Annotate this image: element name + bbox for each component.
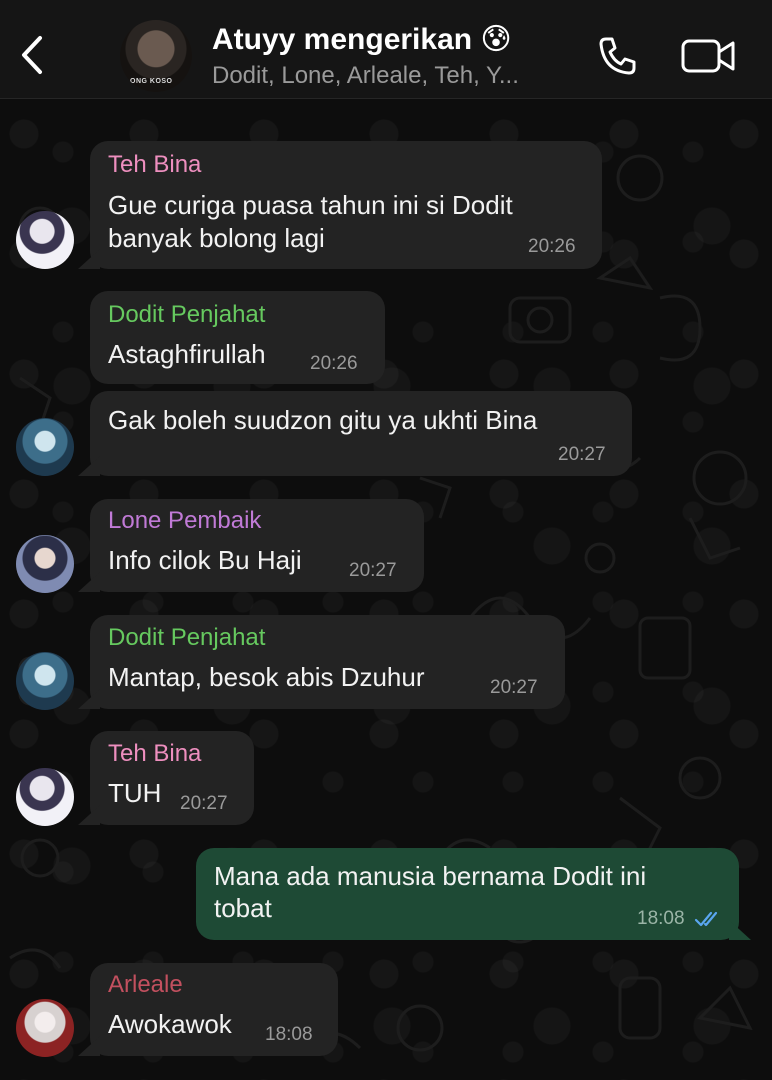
sender-name[interactable]: Teh Bina — [108, 151, 201, 179]
sender-name[interactable]: Dodit Penjahat — [108, 624, 265, 652]
message-text-line: banyak bolong lagi — [108, 223, 325, 253]
message-bubble[interactable]: Dodit Penjahat Mantap, besok abis Dzuhur… — [90, 615, 565, 709]
double-check-icon — [694, 911, 718, 927]
message-text-line: Gue curiga puasa tahun ini si Dodit — [108, 190, 513, 220]
message-bubble[interactable]: Lone Pembaik Info cilok Bu Haji 20:27 — [90, 499, 424, 592]
avatar-lone[interactable] — [16, 535, 74, 593]
phone-icon — [599, 37, 636, 75]
message-time: 18:08 — [265, 1024, 313, 1045]
group-members[interactable]: Dodit, Lone, Arleale, Teh, Y... — [212, 62, 577, 90]
group-avatar-text: ONG KOSO — [130, 78, 173, 85]
message-text-line: TUH — [108, 778, 162, 808]
message-text-line: Gak boleh suudzon gitu ya ukhti Bina — [108, 405, 538, 435]
video-camera-icon — [681, 39, 735, 73]
sender-name[interactable]: Arleale — [108, 971, 183, 999]
avatar-teh-bina[interactable] — [16, 211, 74, 269]
sender-name[interactable]: Dodit Penjahat — [108, 301, 265, 329]
voice-call-button[interactable] — [592, 32, 642, 80]
message-text-line: tobat — [214, 893, 272, 923]
message-bubble[interactable]: Dodit Penjahat Astaghfirullah 20:26 — [90, 291, 385, 384]
message-text-line: Astaghfirullah — [108, 339, 266, 369]
chat-header: ONG KOSO Atuyy mengerikan 😰 Dodit, Lone,… — [0, 0, 772, 99]
message-bubble[interactable]: Arleale Awokawok 18:08 — [90, 963, 338, 1056]
message-text-line: Awokawok — [108, 1009, 232, 1039]
avatar-teh-bina[interactable] — [16, 768, 74, 826]
avatar-arleale[interactable] — [16, 999, 74, 1057]
message-text-line: Mana ada manusia bernama Dodit ini — [214, 861, 647, 891]
chevron-left-icon — [22, 36, 42, 74]
message-time: 20:26 — [528, 236, 576, 257]
back-button[interactable] — [12, 30, 52, 80]
group-title[interactable]: Atuyy mengerikan 😰 — [212, 22, 512, 57]
message-time: 20:27 — [490, 677, 538, 698]
chat-screen: ONG KOSO Atuyy mengerikan 😰 Dodit, Lone,… — [0, 0, 772, 1080]
message-time: 20:27 — [180, 793, 228, 814]
message-time: 20:27 — [349, 560, 397, 581]
sender-name[interactable]: Lone Pembaik — [108, 507, 261, 535]
avatar-dodit[interactable] — [16, 418, 74, 476]
sender-name[interactable]: Teh Bina — [108, 740, 201, 768]
avatar-dodit[interactable] — [16, 652, 74, 710]
video-call-button[interactable] — [676, 32, 742, 80]
message-bubble[interactable]: Teh Bina TUH 20:27 — [90, 731, 254, 825]
message-time: 18:08 — [637, 908, 685, 929]
group-avatar[interactable]: ONG KOSO — [120, 20, 192, 92]
message-text-line: Info cilok Bu Haji — [108, 545, 302, 575]
message-time: 20:26 — [310, 353, 358, 374]
message-bubble[interactable]: Teh Bina Gue curiga puasa tahun ini si D… — [90, 141, 602, 269]
message-text-line: Mantap, besok abis Dzuhur — [108, 662, 425, 692]
message-time: 20:27 — [558, 444, 606, 465]
outgoing-message-bubble[interactable]: Mana ada manusia bernama Dodit ini tobat… — [196, 848, 739, 940]
message-bubble[interactable]: Gak boleh suudzon gitu ya ukhti Bina 20:… — [90, 391, 632, 476]
